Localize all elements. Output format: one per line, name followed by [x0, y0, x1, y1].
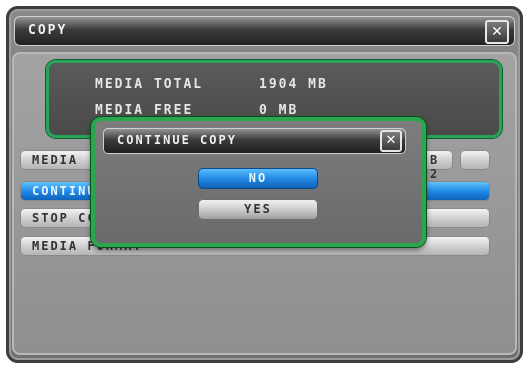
media-total-value: 1904 MB: [259, 77, 328, 92]
media-free-value: 0 MB: [259, 103, 299, 118]
dialog-titlebar: CONTINUE COPY ✕: [103, 128, 406, 154]
close-icon: ✕: [385, 133, 397, 148]
media-total-row: MEDIA TOTAL 1904 MB: [95, 77, 326, 92]
close-icon: ✕: [491, 24, 503, 40]
no-button[interactable]: NO: [198, 168, 318, 189]
menu-item-media-selector[interactable]: [460, 150, 490, 170]
menu-item-stop-copy-label: STOP CC: [32, 211, 97, 225]
menu-item-continue-label: CONTINU: [32, 184, 97, 198]
window-title: COPY: [28, 23, 68, 38]
dialog-title: CONTINUE COPY: [117, 133, 237, 147]
media-free-label: MEDIA FREE: [95, 103, 194, 118]
menu-item-media-value: B 2: [430, 153, 440, 181]
yes-button[interactable]: YES: [198, 199, 318, 220]
menu-item-media-label: MEDIA: [32, 153, 79, 167]
media-total-label: MEDIA TOTAL: [95, 77, 204, 92]
dialog-close-button[interactable]: ✕: [380, 130, 402, 152]
media-free-row: MEDIA FREE 0 MB: [95, 103, 296, 118]
window-titlebar: COPY ✕: [14, 16, 515, 46]
continue-copy-dialog: CONTINUE COPY ✕ NO YES: [91, 117, 426, 247]
window-close-button[interactable]: ✕: [485, 20, 509, 44]
